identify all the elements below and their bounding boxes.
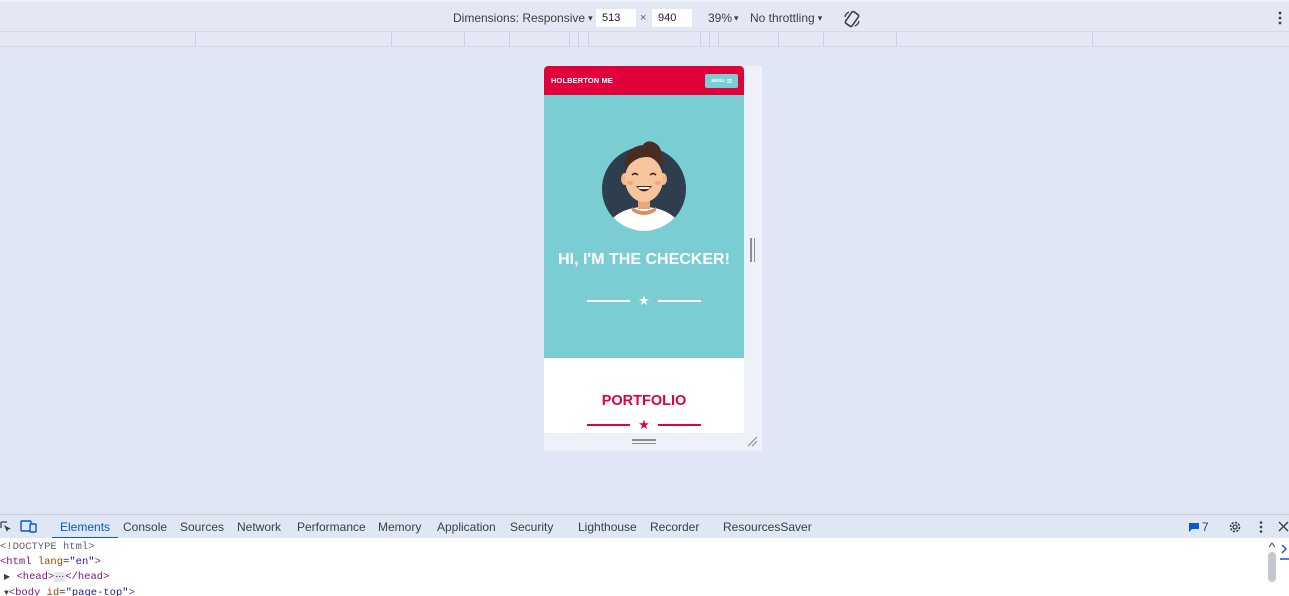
resize-handle-right[interactable] (750, 238, 756, 262)
tab-console[interactable]: Console (123, 515, 167, 539)
dom-line-head[interactable]: ▶ <head>⋯</head> (0, 570, 1289, 585)
issues-counter[interactable]: 7 (1189, 515, 1209, 539)
menu-label: MENU (711, 78, 725, 83)
device-toolbar: Dimensions: Responsive ▾ × 39% ▾ No thro… (0, 0, 1289, 31)
inspect-element-icon[interactable] (0, 521, 12, 533)
tab-application[interactable]: Application (437, 515, 496, 539)
tab-recorder[interactable]: Recorder (650, 515, 699, 539)
sidebar-toggle-icon[interactable] (1280, 540, 1289, 560)
throttling-dropdown[interactable]: No throttling ▾ (750, 11, 822, 25)
star-icon: ★ (638, 293, 650, 308)
tab-resourcessaver[interactable]: ResourcesSaver (723, 515, 812, 539)
dom-line-doctype[interactable]: <!DOCTYPE html> (0, 540, 1289, 555)
device-viewport: HOLBERTON ME MENU HI, I'M THE CHECKER! ★… (544, 66, 744, 433)
more-options-icon[interactable] (1275, 10, 1285, 26)
dom-line-body[interactable]: ▼<body id="page-top"> (0, 586, 1289, 596)
tab-memory[interactable]: Memory (378, 515, 421, 539)
height-input[interactable] (652, 9, 692, 27)
caret-down-icon: ▾ (588, 12, 593, 23)
hero-section: HI, I'M THE CHECKER! ★ (544, 95, 744, 358)
issues-count: 7 (1202, 520, 1209, 534)
resize-handle-corner[interactable] (747, 436, 758, 447)
tab-sources[interactable]: Sources (180, 515, 224, 539)
close-icon[interactable] (1278, 521, 1289, 532)
site-header: HOLBERTON ME MENU (544, 66, 744, 95)
ellipsis-icon: ⋯ (54, 572, 66, 583)
dimensions-dropdown[interactable]: Dimensions: Responsive ▾ (453, 11, 593, 25)
zoom-dropdown[interactable]: 39% ▾ (708, 11, 739, 25)
device-toggle-icon[interactable] (20, 520, 37, 533)
hamburger-icon (726, 78, 732, 83)
portfolio-title: PORTFOLIO (601, 393, 687, 409)
expand-triangle-icon: ▶ (4, 573, 11, 583)
throttling-label: No throttling (750, 11, 815, 25)
times-sign: × (640, 12, 647, 24)
dimensions-label: Dimensions: Responsive (453, 11, 586, 25)
rotate-icon[interactable] (843, 10, 861, 28)
settings-gear-icon[interactable] (1228, 520, 1242, 534)
site-brand[interactable]: HOLBERTON ME (551, 76, 613, 85)
star-icon: ★ (638, 417, 650, 432)
dom-tree-scrollbar[interactable] (1267, 540, 1277, 596)
tab-lighthouse[interactable]: Lighthouse (578, 515, 637, 539)
media-query-bar[interactable] (0, 31, 1289, 47)
zoom-label: 39% (708, 11, 733, 25)
caret-down-icon: ▾ (817, 12, 823, 23)
message-icon (1189, 522, 1199, 532)
elements-dom-tree[interactable]: <!DOCTYPE html> <html lang="en"> ▶ <head… (0, 538, 1289, 596)
customize-menu-icon[interactable] (1256, 520, 1266, 534)
tab-network[interactable]: Network (237, 515, 281, 539)
width-input[interactable] (596, 9, 636, 27)
menu-button[interactable]: MENU (705, 73, 738, 88)
portfolio-star-divider: ★ (587, 418, 701, 432)
caret-down-icon: ▾ (734, 12, 739, 23)
tab-performance[interactable]: Performance (297, 515, 366, 539)
hero-title: HI, I'M THE CHECKER! (558, 251, 730, 268)
avatar (602, 141, 686, 231)
dom-line-html[interactable]: <html lang="en"> (0, 555, 1289, 570)
hero-star-divider: ★ (587, 294, 701, 308)
devtools-tabbar: Elements Console Sources Network Perform… (0, 514, 1289, 539)
resize-handle-bottom[interactable] (632, 439, 656, 445)
tab-elements[interactable]: Elements (52, 515, 119, 539)
tab-security[interactable]: Security (510, 515, 553, 539)
